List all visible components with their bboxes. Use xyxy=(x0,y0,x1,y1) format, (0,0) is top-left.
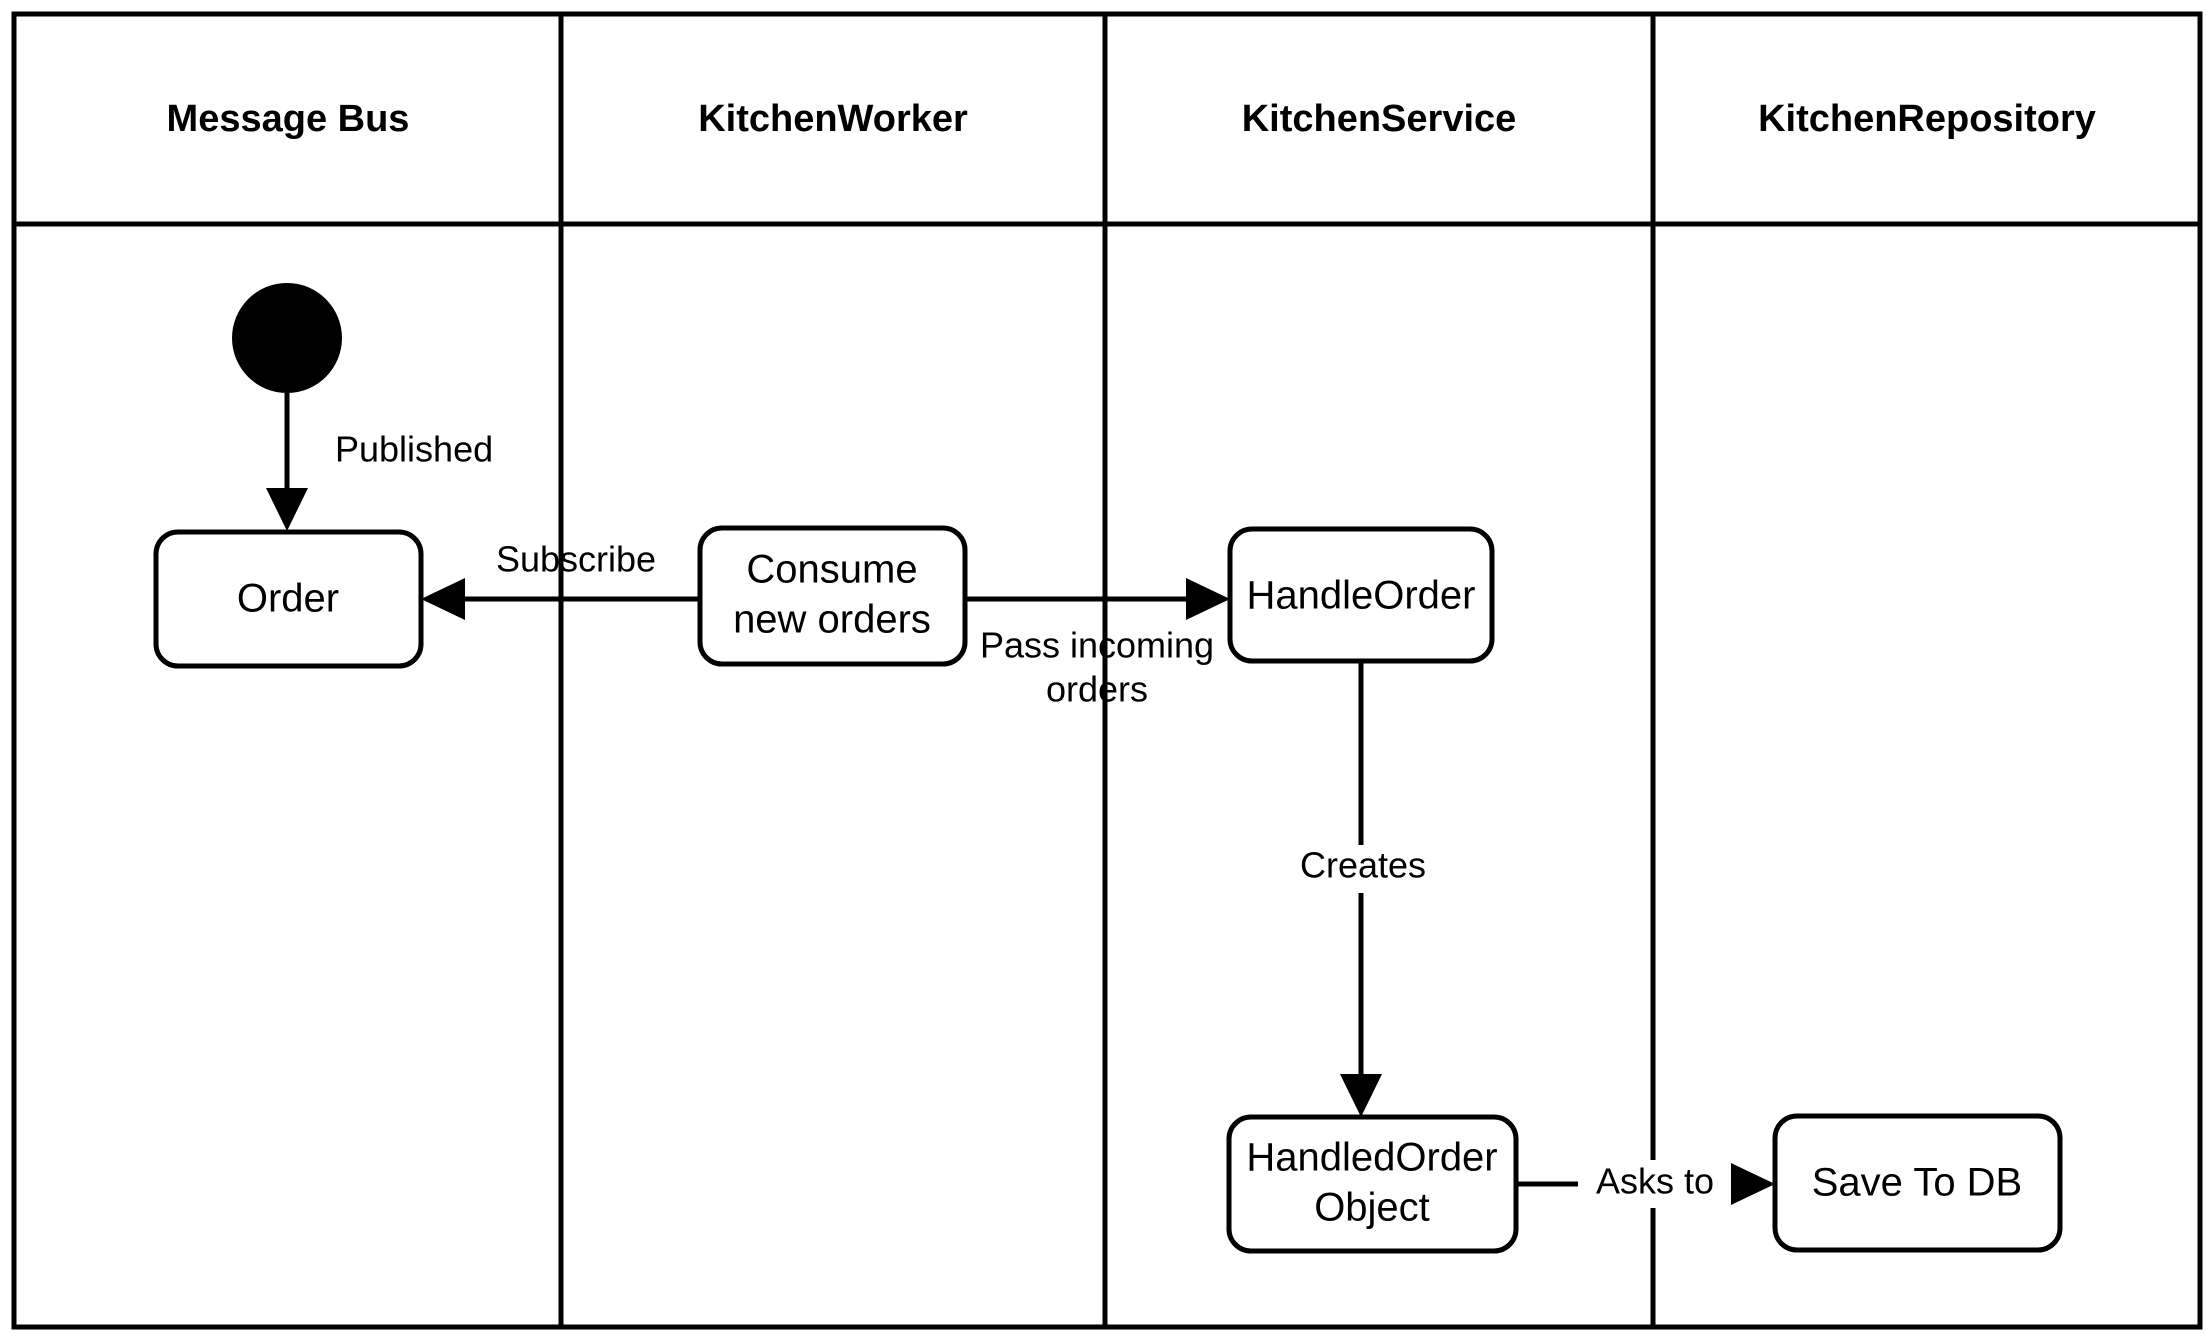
initial-node-icon[interactable] xyxy=(232,283,342,393)
edge-label-pass-incoming-orders-line2: orders xyxy=(1046,669,1148,710)
node-consume-new-orders-label-line2: new orders xyxy=(733,598,931,642)
swimlane-diagram-canvas: Message Bus KitchenWorker KitchenService… xyxy=(0,0,2212,1344)
edge-label-creates: Creates xyxy=(1300,845,1426,886)
node-handled-order-object-label-line2: Object xyxy=(1314,1186,1430,1230)
lane-title-kitchen-worker: KitchenWorker xyxy=(698,98,968,140)
node-handled-order-object-label-line1: HandledOrder xyxy=(1246,1136,1497,1180)
node-handle-order-label: HandleOrder xyxy=(1246,574,1475,618)
edge-label-asks-to: Asks to xyxy=(1596,1161,1714,1202)
edge-label-published: Published xyxy=(335,429,493,470)
node-consume-new-orders-label-line1: Consume xyxy=(746,548,917,592)
node-save-to-db-label: Save To DB xyxy=(1812,1161,2023,1205)
lane-title-message-bus: Message Bus xyxy=(167,98,410,140)
edge-label-subscribe: Subscribe xyxy=(496,539,656,580)
swimlane-diagram: Message Bus KitchenWorker KitchenService… xyxy=(11,11,2203,1330)
edge-label-pass-incoming-orders-line1: Pass incoming xyxy=(980,625,1214,666)
node-order-label: Order xyxy=(237,577,339,621)
lane-title-kitchen-repository: KitchenRepository xyxy=(1758,98,2096,140)
lane-title-kitchen-service: KitchenService xyxy=(1242,98,1517,140)
